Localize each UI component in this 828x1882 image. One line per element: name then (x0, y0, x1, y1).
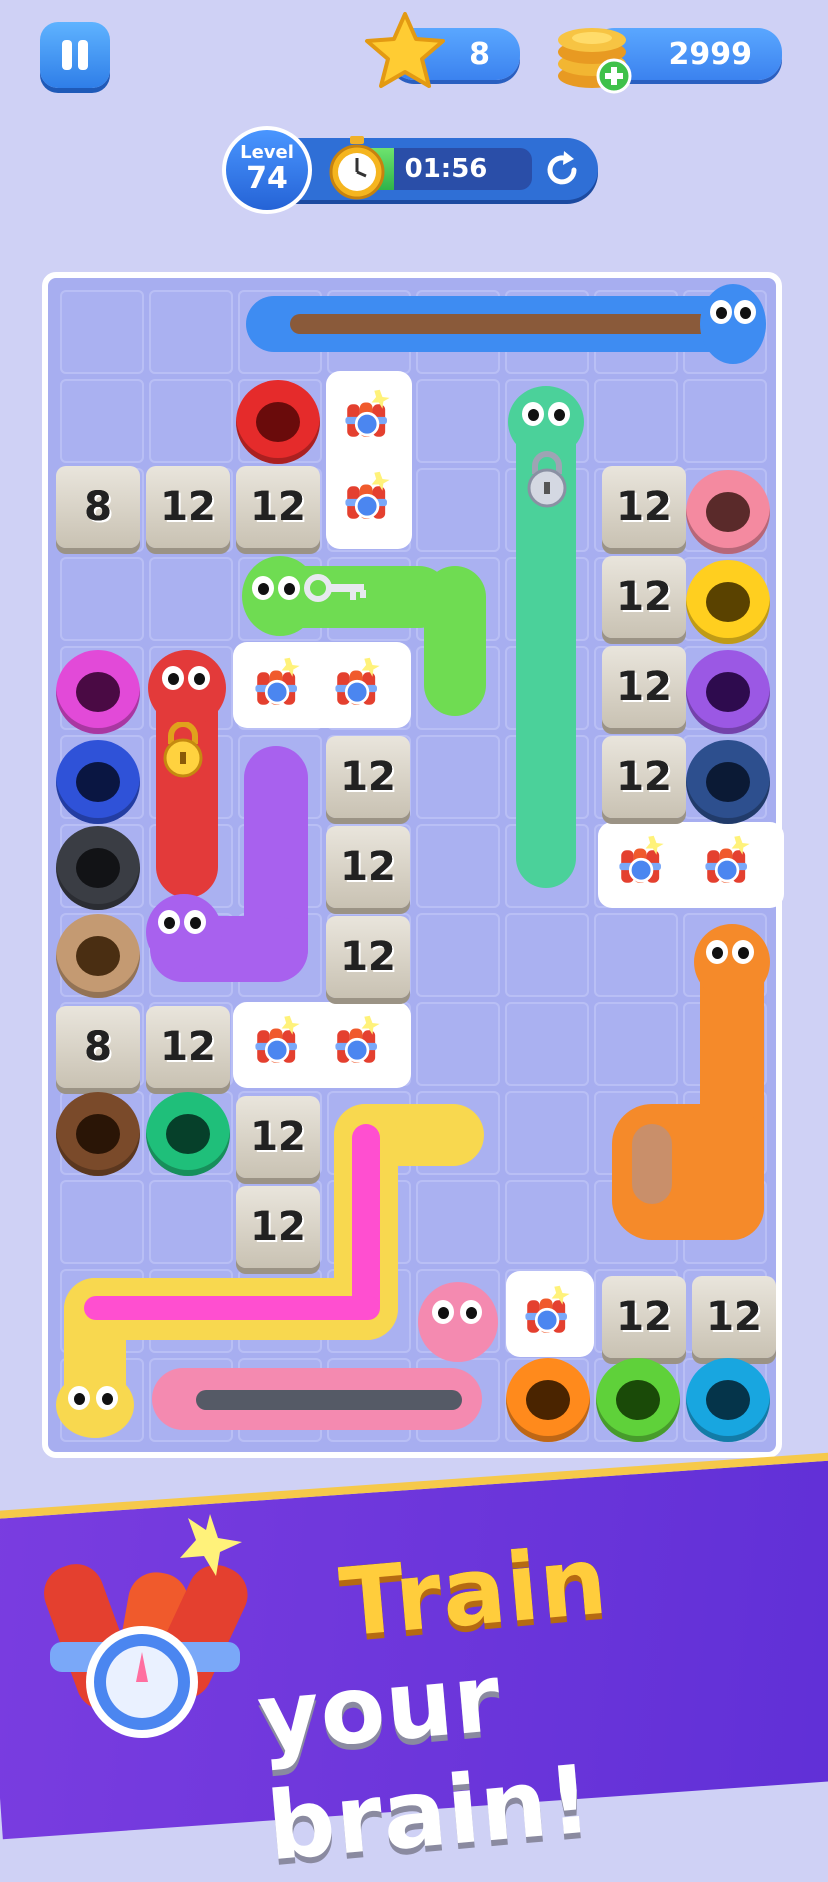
violet-hole (686, 650, 770, 734)
number-block: 12 (692, 1276, 776, 1358)
dynamite-bomb-icon (44, 1514, 248, 1738)
dynamite-icon (705, 835, 750, 883)
number-block: 12 (236, 1186, 320, 1268)
number-block: 12 (146, 466, 230, 548)
cyan-hole (686, 1358, 770, 1442)
number-block: 12 (602, 556, 686, 638)
dynamite-icon (345, 389, 390, 437)
board-content: 8 12 12 12 12 12 12 12 12 12 8 12 12 12 12 12 (0, 0, 828, 1460)
brown-hole (56, 1092, 140, 1176)
green-hole (596, 1358, 680, 1442)
key-icon (304, 574, 366, 602)
number-block: 12 (602, 736, 686, 818)
number-block: 12 (326, 826, 410, 908)
magenta-hole (56, 650, 140, 734)
number-block: 12 (146, 1006, 230, 1088)
number-block: 12 (602, 1276, 686, 1358)
number-block: 12 (236, 1096, 320, 1178)
tan-hole (56, 914, 140, 998)
dynamite-icon (255, 1015, 300, 1063)
red-hole (236, 380, 320, 464)
teal-hole (146, 1092, 230, 1176)
navy-hole (56, 740, 140, 824)
yellow-worm-head[interactable] (56, 1372, 134, 1438)
number-block: 12 (326, 916, 410, 998)
number-block: 12 (236, 466, 320, 548)
black-hole (56, 826, 140, 910)
orange-hole (506, 1358, 590, 1442)
orange-worm-head[interactable] (694, 924, 770, 1000)
dynamite-icon (335, 1015, 380, 1063)
number-block: 8 (56, 466, 140, 548)
red-worm-head[interactable] (148, 650, 226, 726)
dynamite-icon (335, 657, 380, 705)
purple-worm-head[interactable] (146, 894, 222, 970)
dynamite-icon (255, 657, 300, 705)
padlock-icon (527, 451, 567, 508)
dynamite-icon (525, 1285, 570, 1333)
number-block: 12 (602, 646, 686, 728)
padlock-gold-icon (163, 722, 203, 778)
dynamite-icon (345, 471, 390, 519)
dynamite-icon (619, 835, 664, 883)
blue-worm-head[interactable] (700, 284, 766, 364)
green-worm-head[interactable] (508, 386, 584, 458)
pink-hole (686, 470, 770, 554)
pink-worm-head[interactable] (418, 1282, 498, 1362)
number-block: 8 (56, 1006, 140, 1088)
number-block: 12 (326, 736, 410, 818)
yellow-hole (686, 560, 770, 644)
dark-blue-hole (686, 740, 770, 824)
number-block: 12 (602, 466, 686, 548)
